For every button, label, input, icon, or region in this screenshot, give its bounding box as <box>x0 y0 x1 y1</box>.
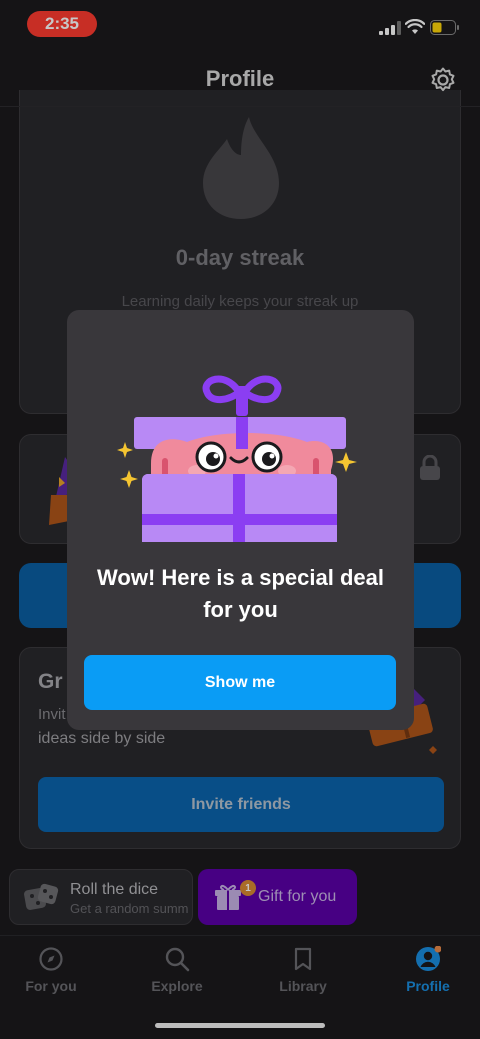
gift-box-illustration <box>117 375 357 542</box>
modal-title: Wow! Here is a special deal for you <box>97 565 384 622</box>
show-me-button[interactable]: Show me <box>84 655 396 710</box>
special-deal-modal: Wow! Here is a special deal for you Show… <box>67 310 414 730</box>
